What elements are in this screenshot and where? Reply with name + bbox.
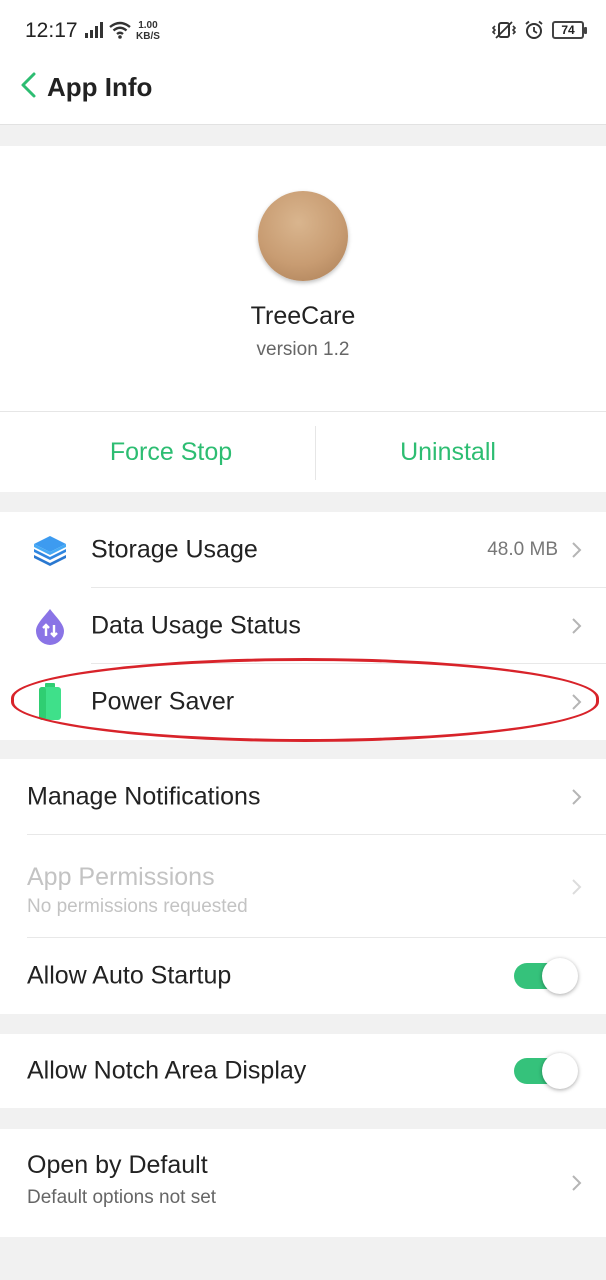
power-saver-row[interactable]: Power Saver: [0, 664, 606, 740]
app-name: TreeCare: [250, 302, 356, 330]
app-permissions-label: App Permissions: [27, 863, 215, 891]
chevron-right-icon: [572, 618, 582, 634]
status-icons: 74: [492, 20, 587, 40]
signal-icon: [85, 22, 103, 38]
app-icon: [258, 191, 348, 281]
manage-notifications-label: Manage Notifications: [27, 782, 261, 811]
notch-display-toggle[interactable]: [514, 1053, 578, 1089]
app-version: version 1.2: [256, 339, 350, 360]
wifi-icon: [109, 21, 131, 39]
notch-display-label: Allow Notch Area Display: [27, 1056, 307, 1085]
notch-section: Allow Notch Area Display: [0, 1034, 606, 1108]
toggle-knob: [542, 1053, 578, 1089]
network-speed: 1.00 KB/S: [136, 20, 160, 42]
storage-usage-label: Storage Usage: [91, 535, 258, 564]
app-header: TreeCare version 1.2 Force Stop Uninstal…: [0, 146, 606, 492]
status-bar: 12:17 1.00 KB/S 74: [0, 0, 606, 62]
app-bar: App Info: [0, 62, 606, 125]
notch-display-row: Allow Notch Area Display: [0, 1034, 606, 1108]
manage-notifications-row[interactable]: Manage Notifications: [0, 759, 606, 835]
status-time: 12:17: [25, 19, 78, 42]
chevron-right-icon: [572, 694, 582, 710]
chevron-right-icon: [572, 1175, 582, 1191]
open-by-default-label: Open by Default: [27, 1151, 208, 1179]
layers-icon: [34, 536, 66, 566]
back-arrow-icon[interactable]: [18, 70, 44, 100]
chevron-right-icon: [572, 542, 582, 558]
storage-usage-value: 48.0 MB: [487, 539, 558, 560]
uninstall-button[interactable]: Uninstall: [290, 412, 606, 492]
auto-startup-toggle[interactable]: [514, 958, 578, 994]
data-usage-label: Data Usage Status: [91, 611, 301, 640]
app-permissions-row[interactable]: App Permissions No permissions requested: [0, 835, 606, 938]
auto-startup-row: Allow Auto Startup: [0, 938, 606, 1014]
battery-indicator: 74: [552, 21, 587, 39]
app-permissions-sublabel: No permissions requested: [27, 896, 248, 917]
vibrate-icon: [492, 21, 516, 39]
toggle-knob: [542, 958, 578, 994]
data-drop-icon: [36, 609, 64, 645]
storage-usage-row[interactable]: Storage Usage 48.0 MB: [0, 512, 606, 588]
chevron-right-icon: [572, 789, 582, 805]
data-usage-row[interactable]: Data Usage Status: [0, 588, 606, 664]
chevron-right-icon: [572, 878, 582, 895]
usage-section: Storage Usage 48.0 MB Data Usage Status …: [0, 512, 606, 740]
power-saver-label: Power Saver: [91, 687, 235, 716]
settings-section: Manage Notifications App Permissions No …: [0, 759, 606, 1014]
network-speed-value: 1.00: [138, 20, 158, 31]
battery-icon: [39, 683, 61, 720]
alarm-icon: [525, 20, 543, 39]
auto-startup-label: Allow Auto Startup: [27, 961, 232, 990]
defaults-section: Open by Default Default options not set: [0, 1129, 606, 1237]
network-speed-unit: KB/S: [136, 31, 160, 42]
open-by-default-row[interactable]: Open by Default Default options not set: [0, 1129, 606, 1237]
open-by-default-sublabel: Default options not set: [27, 1187, 217, 1208]
page-title: App Info: [47, 72, 153, 102]
